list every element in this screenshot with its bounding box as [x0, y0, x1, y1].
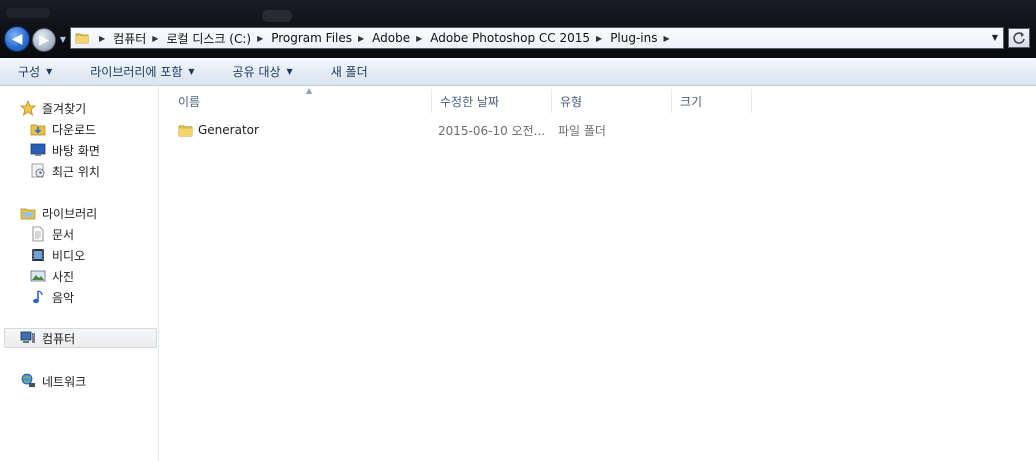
breadcrumb-separator-icon[interactable]: ▶ [358, 34, 364, 43]
breadcrumb-separator-icon[interactable]: ▶ [99, 34, 105, 43]
glass-reflection [6, 8, 50, 18]
document-icon [30, 226, 46, 242]
star-icon [20, 100, 36, 116]
desktop-icon [30, 142, 46, 158]
nav-item-recent-places[interactable]: 최근 위치 [30, 161, 100, 181]
include-in-library-button[interactable]: 라이브러리에 포함 ▼ [82, 61, 202, 82]
file-type-cell: 파일 폴더 [558, 123, 606, 138]
glass-reflection [262, 10, 292, 22]
address-bar[interactable]: ▶ 컴퓨터 ▶ 로컬 디스크 (C:) ▶ Program Files ▶ Ad… [70, 27, 1004, 49]
nav-item-label: 바탕 화면 [52, 143, 100, 158]
nav-favorites-label: 즐겨찾기 [42, 101, 87, 116]
nav-item-documents[interactable]: 문서 [30, 224, 74, 244]
chevron-down-icon: ▼ [188, 67, 195, 76]
breadcrumb-local-disk[interactable]: 로컬 디스크 (C:) [166, 30, 251, 47]
column-header-label: 크기 [680, 94, 703, 109]
recent-places-icon [30, 163, 46, 179]
file-name-cell[interactable]: Generator [178, 119, 259, 141]
nav-computer-label: 컴퓨터 [42, 331, 76, 346]
nav-item-label: 최근 위치 [52, 164, 100, 179]
breadcrumb-adobe[interactable]: Adobe [372, 31, 410, 45]
nav-item-pictures[interactable]: 사진 [30, 266, 74, 286]
forward-button[interactable]: ▶ [32, 28, 56, 52]
music-note-icon [30, 289, 46, 305]
column-header-label: 이름 [178, 94, 201, 109]
computer-icon [20, 330, 36, 346]
video-icon [30, 247, 46, 263]
share-with-button[interactable]: 공유 대상 ▼ [225, 61, 301, 82]
folder-icon [178, 123, 193, 138]
library-icon [20, 205, 36, 221]
breadcrumb-separator-icon[interactable]: ▶ [152, 34, 158, 43]
arrow-right-icon: ▶ [39, 32, 49, 48]
nav-item-label: 다운로드 [52, 122, 97, 137]
nav-item-downloads[interactable]: 다운로드 [30, 119, 96, 139]
nav-item-music[interactable]: 음악 [30, 287, 74, 307]
breadcrumb-separator-icon[interactable]: ▶ [596, 34, 602, 43]
nav-item-videos[interactable]: 비디오 [30, 245, 85, 265]
breadcrumb-separator-icon[interactable]: ▶ [416, 34, 422, 43]
recent-pages-dropdown[interactable]: ▼ [58, 33, 68, 47]
nav-item-label: 문서 [52, 227, 75, 242]
sort-ascending-icon: ▲ [306, 86, 313, 95]
folder-icon [75, 31, 89, 45]
breadcrumb-photoshop[interactable]: Adobe Photoshop CC 2015 [430, 31, 590, 45]
column-header-label: 유형 [560, 94, 583, 109]
file-date-cell: 2015-06-10 오전... [438, 123, 546, 138]
breadcrumb-computer[interactable]: 컴퓨터 [113, 30, 146, 47]
nav-network[interactable]: 네트워크 [20, 371, 86, 391]
back-button[interactable]: ◀ [4, 26, 30, 52]
column-header-type[interactable]: 유형 [552, 89, 672, 113]
nav-computer[interactable]: 컴퓨터 [4, 328, 157, 348]
nav-item-label: 비디오 [52, 248, 86, 263]
nav-libraries[interactable]: 라이브러리 [20, 203, 97, 223]
column-header-size[interactable]: 크기 [672, 89, 752, 113]
include-in-library-label: 라이브러리에 포함 [90, 65, 183, 79]
nav-network-label: 네트워크 [42, 374, 87, 389]
column-header-label: 수정한 날짜 [440, 94, 500, 109]
breadcrumb-plug-ins[interactable]: Plug-ins [610, 31, 657, 45]
address-history-dropdown[interactable]: ▼ [989, 32, 1001, 44]
refresh-button[interactable] [1008, 28, 1030, 48]
picture-icon [30, 268, 46, 284]
refresh-icon [1013, 32, 1025, 44]
new-folder-button[interactable]: 새 폴더 [323, 61, 376, 82]
breadcrumb-separator-icon[interactable]: ▶ [257, 34, 263, 43]
arrow-left-icon: ◀ [11, 31, 23, 47]
chevron-down-icon: ▼ [46, 67, 53, 76]
new-folder-label: 새 폴더 [330, 65, 368, 79]
file-row[interactable]: Generator 2015-06-10 오전... 파일 폴더 [160, 119, 1036, 141]
nav-libraries-label: 라이브러리 [42, 206, 98, 221]
column-header-date-modified[interactable]: 수정한 날짜 [432, 89, 552, 113]
command-bar: 구성 ▼ 라이브러리에 포함 ▼ 공유 대상 ▼ 새 폴더 [0, 58, 1036, 86]
nav-favorites[interactable]: 즐겨찾기 [20, 98, 86, 118]
file-name: Generator [198, 123, 259, 137]
network-icon [20, 373, 36, 389]
nav-item-desktop[interactable]: 바탕 화면 [30, 140, 100, 160]
nav-item-label: 음악 [52, 290, 75, 305]
share-with-label: 공유 대상 [232, 65, 281, 79]
title-bar: ◀ ▶ ▼ ▶ 컴퓨터 ▶ 로컬 디스크 (C:) ▶ Program File… [0, 0, 1036, 58]
downloads-folder-icon [30, 121, 46, 137]
organize-label: 구성 [18, 65, 41, 79]
navigation-pane: 즐겨찾기 다운로드 바탕 화면 최근 위치 라이브러리 문서 비디오 사진 음악… [0, 87, 159, 461]
breadcrumb-separator-icon[interactable]: ▶ [664, 34, 670, 43]
chevron-down-icon: ▼ [286, 67, 293, 76]
file-list: 이름 ▲ 수정한 날짜 유형 크기 Generator 2015-06-10 오… [160, 86, 1036, 461]
breadcrumb-program-files[interactable]: Program Files [271, 31, 352, 45]
nav-item-label: 사진 [52, 269, 75, 284]
organize-button[interactable]: 구성 ▼ [10, 61, 60, 82]
chevron-down-icon: ▼ [59, 35, 67, 44]
column-header-name[interactable]: 이름 ▲ [170, 86, 432, 113]
